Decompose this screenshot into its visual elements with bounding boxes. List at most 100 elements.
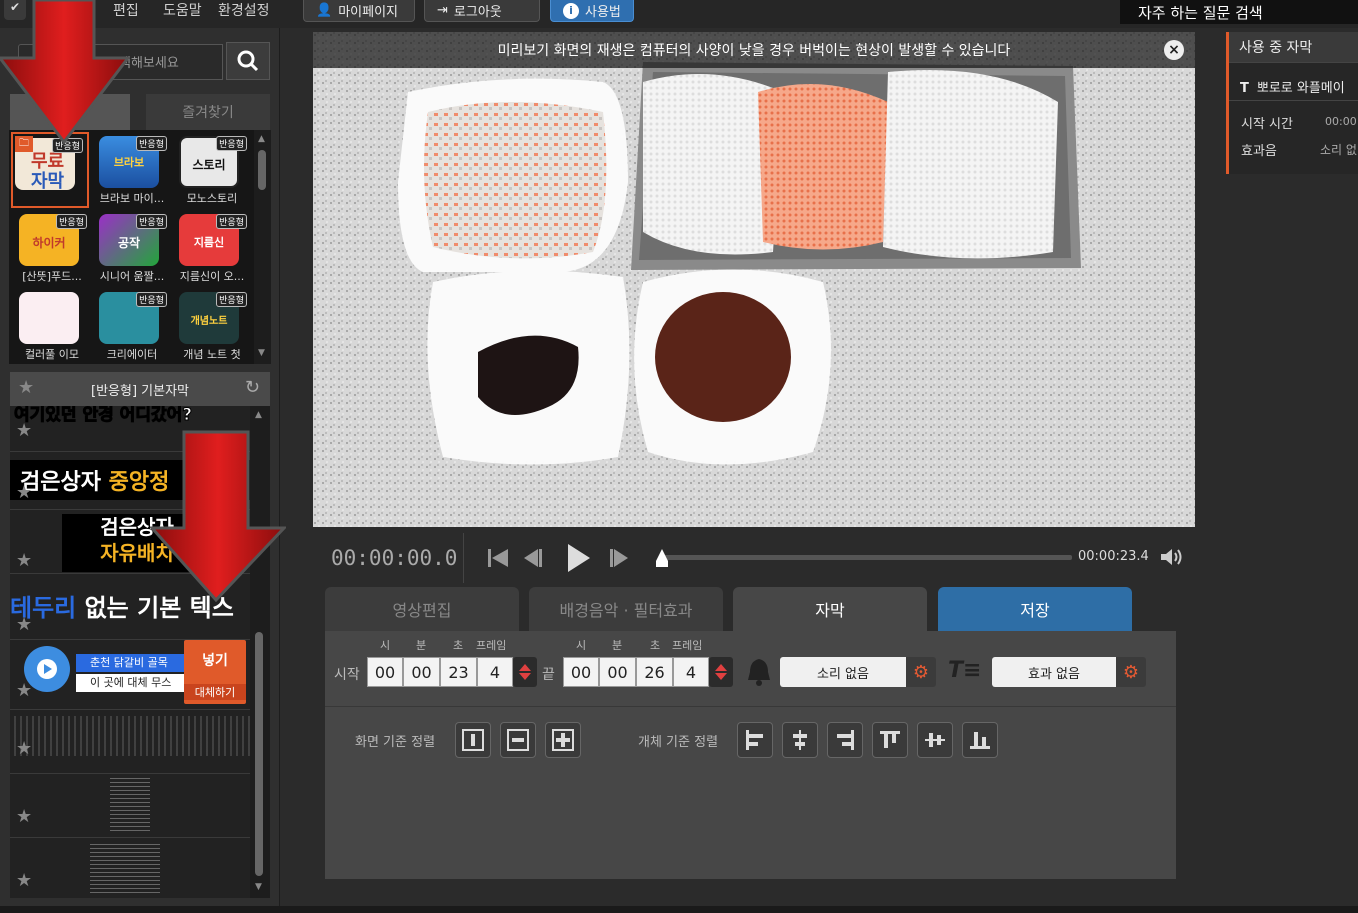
end-frame-field[interactable]: 4	[673, 657, 709, 687]
close-icon[interactable]: ×	[1164, 40, 1184, 60]
text-icon: T	[1240, 81, 1249, 96]
tab-subtitle[interactable]: 자막	[733, 587, 927, 631]
play-icon[interactable]	[564, 542, 592, 574]
seek-bar[interactable]	[662, 555, 1072, 560]
second-label: 초	[650, 639, 661, 652]
effect-gear-icon[interactable]: ⚙	[1116, 657, 1146, 687]
refresh-icon[interactable]: ↻	[245, 377, 260, 398]
start-second-field[interactable]: 23	[440, 657, 477, 687]
start-hour-field[interactable]: 00	[367, 657, 403, 687]
align-top-button[interactable]	[872, 722, 908, 758]
sound-gear-icon[interactable]: ⚙	[906, 657, 936, 687]
align-screen-center-button[interactable]	[545, 722, 581, 758]
duration: 00:00:23.4	[1078, 549, 1149, 564]
end-stepper[interactable]	[709, 657, 733, 687]
align-right-button[interactable]	[827, 722, 863, 758]
hour-label: 시	[576, 639, 587, 652]
star-icon[interactable]: ★	[16, 482, 32, 503]
template-thumb	[19, 292, 79, 344]
end-second-field[interactable]: 26	[636, 657, 673, 687]
list-item[interactable]: ★	[10, 774, 250, 838]
bottom-edge	[0, 906, 1358, 913]
sound-select[interactable]: 소리 없음	[780, 657, 906, 687]
logout-icon: ⇥	[437, 3, 448, 18]
start-time-value: 00:00	[1325, 115, 1357, 128]
template-grid: 무료 자막 반응형 🗀 브라보 반응형 브라보 마이... 스토리 반응형 모노스…	[9, 130, 271, 364]
align-screen-vertical-button[interactable]	[500, 722, 536, 758]
effect-select[interactable]: 효과 없음	[992, 657, 1116, 687]
align-vcenter-button[interactable]	[917, 722, 953, 758]
responsive-badge: 반응형	[216, 292, 247, 307]
red-arrow-down-icon	[150, 430, 286, 602]
subtitle-preview	[110, 776, 150, 834]
start-label: 시작	[334, 667, 360, 683]
star-icon[interactable]: ★	[16, 420, 32, 441]
align-bottom-icon	[970, 732, 990, 749]
template-item[interactable]: 반응형 크리에이터	[93, 288, 171, 364]
video-preview[interactable]	[313, 32, 1195, 527]
volume-icon[interactable]	[1160, 547, 1182, 567]
replace-button[interactable]: 넣기 대체하기	[184, 640, 246, 704]
start-stepper[interactable]	[513, 657, 537, 687]
star-icon[interactable]: ★	[16, 614, 32, 635]
align-hcenter-button[interactable]	[782, 722, 818, 758]
star-icon[interactable]: ★	[16, 870, 32, 891]
search-button[interactable]	[226, 42, 270, 80]
search-icon	[237, 50, 259, 72]
save-button[interactable]: 저장	[938, 587, 1132, 631]
menu-help[interactable]: 도움말	[163, 0, 202, 20]
align-screen-horizontal-button[interactable]	[455, 722, 491, 758]
template-item[interactable]: 개념노트 반응형 개념 노트 첫	[173, 288, 251, 364]
list-item[interactable]: 춘천 닭갈비 골목 이 곳에 대체 무스 넣기 대체하기 ★	[10, 640, 250, 710]
list-item[interactable]: ★	[10, 710, 250, 774]
template-item[interactable]: 컬러풀 이모	[13, 288, 91, 364]
divider	[325, 706, 1176, 707]
star-icon[interactable]: ★	[16, 680, 32, 701]
template-item[interactable]: 스토리 반응형 모노스토리	[173, 132, 251, 208]
text-effect-icon: T≡	[948, 658, 982, 683]
seek-handle[interactable]	[655, 549, 669, 569]
responsive-badge: 반응형	[136, 214, 167, 229]
template-label: 브라보 마이...	[99, 192, 165, 205]
template-item[interactable]: 지름신 반응형 지름신이 오...	[173, 210, 251, 286]
faq-search[interactable]: 자주 하는 질문 검색	[1120, 0, 1358, 24]
divider	[1229, 62, 1358, 63]
responsive-badge: 반응형	[136, 136, 167, 151]
prev-frame-icon[interactable]	[520, 546, 544, 570]
mypage-label: 마이페이지	[338, 5, 398, 20]
notice-text: 미리보기 화면의 재생은 컴퓨터의 사양이 낮을 경우 버벅이는 현상이 발생할…	[497, 43, 1011, 59]
template-scrollbar[interactable]: ▲ ▼	[254, 130, 271, 364]
align-center-horizontal-icon	[507, 729, 529, 751]
mypage-button[interactable]: 👤 마이페이지	[303, 0, 415, 22]
start-minute-field[interactable]: 00	[403, 657, 440, 687]
logout-button[interactable]: ⇥ 로그아웃	[424, 0, 540, 22]
list-item[interactable]: ★	[10, 838, 250, 898]
hour-label: 시	[380, 639, 391, 652]
next-frame-icon[interactable]	[608, 546, 632, 570]
screen-align-label: 화면 기준 정렬	[355, 735, 436, 750]
skip-start-icon[interactable]	[486, 546, 510, 570]
align-bottom-button[interactable]	[962, 722, 998, 758]
bell-icon	[748, 659, 770, 686]
star-icon[interactable]: ★	[16, 738, 32, 759]
start-frame-field[interactable]: 4	[477, 657, 513, 687]
template-item[interactable]: 하이커 반응형 [산뜻]푸드...	[13, 210, 91, 286]
align-left-button[interactable]	[737, 722, 773, 758]
end-minute-field[interactable]: 00	[599, 657, 636, 687]
used-subtitle-item[interactable]: T 뽀로로 와플메이	[1240, 77, 1345, 96]
star-icon[interactable]: ★	[16, 806, 32, 827]
sfx-label: 효과음	[1241, 144, 1277, 159]
tab-video-edit[interactable]: 영상편집	[325, 587, 519, 631]
usage-button[interactable]: i 사용법	[550, 0, 634, 22]
align-vcenter-icon	[925, 733, 945, 747]
template-item[interactable]: 공작 반응형 시니어 움짤...	[93, 210, 171, 286]
preview-notice: 미리보기 화면의 재생은 컴퓨터의 사양이 낮을 경우 버벅이는 현상이 발생할…	[313, 32, 1195, 68]
star-icon[interactable]: ★	[18, 377, 34, 398]
end-hour-field[interactable]: 00	[563, 657, 599, 687]
used-subtitle-title: 사용 중 자막	[1229, 32, 1358, 62]
end-label: 끝	[542, 667, 555, 683]
star-icon[interactable]: ★	[16, 550, 32, 571]
tab-favorites[interactable]: 즐겨찾기	[146, 94, 270, 130]
menu-settings[interactable]: 환경설정	[218, 0, 270, 20]
tab-bgm-filter[interactable]: 배경음악 · 필터효과	[529, 587, 723, 631]
